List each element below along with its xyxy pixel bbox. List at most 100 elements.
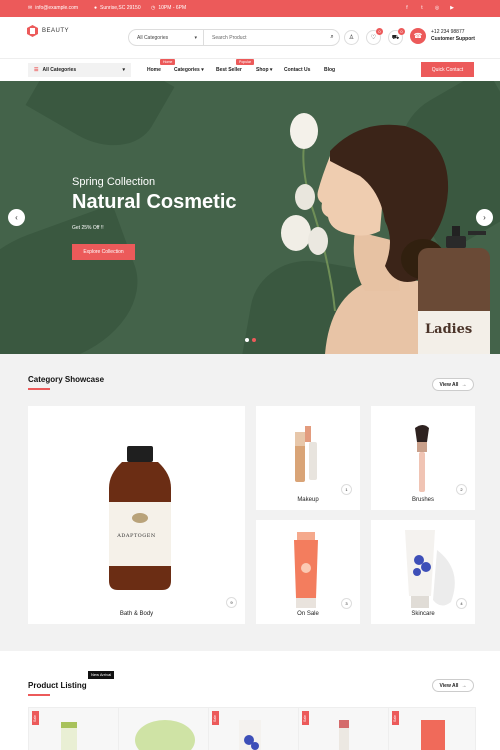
arrow-right-icon: → [461,682,467,689]
category-section-title: Category Showcase [28,375,105,384]
category-label: Brushes [411,497,434,503]
bath-body-bottle-image [109,446,171,590]
support-phone: +12 234 98877 [431,29,465,35]
search-category-select[interactable]: All Categories ▾ [129,30,204,45]
hero-prev-button[interactable]: ‹ [8,209,25,226]
wishlist-count-badge: 0 [376,28,383,35]
product-card[interactable]: Sale [388,707,476,750]
slider-dot-2[interactable] [252,338,256,342]
category-card-on-sale[interactable]: On Sale 3 [256,520,360,624]
logo-text: BEAUTY [42,28,70,34]
nav-item-shop-label: Shop [256,67,269,73]
slider-dot-1[interactable] [245,338,249,342]
clock-icon: ◷ [151,5,156,11]
logo[interactable]: BEAUTY [27,25,69,37]
youtube-icon[interactable]: ▶ [448,4,456,12]
search-bar: All Categories ▾ Search Product ⌕ [128,29,340,46]
instagram-icon[interactable]: ◎ [433,4,441,12]
category-count: 1 [341,484,352,495]
chevron-right-icon: › [483,213,486,222]
category-card-skincare[interactable]: Skincare 4 [371,520,475,624]
product-image [135,720,195,750]
product-card[interactable]: Sale [298,707,391,750]
topbar-email[interactable]: ✉ info@example.com [28,5,78,11]
title-underline [28,388,50,390]
wishlist-button[interactable]: ♡ 0 [366,28,383,45]
nav-item-best-seller[interactable]: Best Seller [216,67,242,73]
category-card-brushes[interactable]: Brushes 2 [371,406,475,510]
support-label: Customer Support [431,36,475,42]
hero-offer: Get 25% Off !! [72,225,104,231]
explore-collection-button[interactable]: Explore Collection [72,244,135,260]
bottle-brand-text: ADAPTOGEN [117,533,156,539]
location-pin-icon: ● [94,5,98,11]
cart-count-badge: 0 [398,28,405,35]
facebook-icon[interactable]: f [403,4,411,12]
view-all-label: View All [439,682,459,689]
category-label: Makeup [297,497,319,503]
chevron-down-icon: ▾ [194,34,197,41]
product-card[interactable]: Sale [28,707,121,750]
search-category-value: All Categories [137,34,169,41]
view-all-label: View All [439,381,459,388]
quick-contact-button[interactable]: Quick Contact [421,62,474,77]
search-input[interactable]: Search Product [204,35,325,41]
user-icon: ♙ [348,35,355,41]
all-categories-dropdown[interactable]: ☰ All Categories ▾ [28,63,131,77]
topbar-location: ● Sunrise,SC 29150 [94,5,141,11]
chevron-down-icon: ▾ [201,67,204,73]
title-underline [28,694,50,696]
heart-icon: ♡ [370,35,377,41]
headset-icon: ☎ [410,28,426,44]
mail-icon: ✉ [28,5,33,11]
category-count: 4 [456,598,467,609]
hero-next-button[interactable]: › [476,209,493,226]
product-section-title: Product Listing [28,681,87,690]
top-bar: ✉ info@example.com ● Sunrise,SC 29150 ◷ … [0,0,500,17]
hero-title: Natural Cosmetic [72,191,237,213]
topbar-location-text: Sunrise,SC 29150 [100,5,141,11]
bottle-label-text: Ladies [425,322,473,337]
nav-tag-home: Home [160,59,176,65]
nav-tag-popular: Popular [236,59,255,65]
nav-item-shop[interactable]: Shop ▾ [256,67,272,73]
product-card[interactable]: Sale [208,707,301,750]
nav-item-contact[interactable]: Contact Us [284,67,310,73]
customer-support[interactable]: ☎ +12 234 98877 Customer Support [410,28,475,44]
category-showcase-section: Category Showcase View All → ADAPTOGEN Ba… [0,354,500,651]
topbar-hours: ◷ 10PM - 6PM [151,5,186,11]
nav-item-home[interactable]: Home [147,67,161,73]
nav-item-blog[interactable]: Blog [324,67,335,73]
search-icon[interactable]: ⌕ [325,34,339,41]
account-button[interactable]: ♙ [344,30,359,45]
product-image [239,720,261,750]
product-view-all-button[interactable]: View All → [432,679,474,692]
category-view-all-button[interactable]: View All → [432,378,474,391]
product-image [61,722,77,750]
hero-banner: Ladies Spring Collection Natural Cosmeti… [0,81,500,354]
product-card[interactable] [118,707,211,750]
category-label: Bath & Body [119,611,154,617]
category-label: Skincare [411,611,435,617]
product-image [421,720,445,750]
logo-mark-icon [27,25,38,37]
chevron-left-icon: ‹ [15,213,18,222]
arrow-right-icon: → [461,381,467,388]
category-card-makeup[interactable]: Makeup 1 [256,406,360,510]
nav-item-categories[interactable]: Categories ▾ [174,67,204,73]
twitter-icon[interactable]: t [418,4,426,12]
menu-icon: ☰ [34,67,39,73]
category-count: 2 [456,484,467,495]
category-count: 9 [226,597,237,608]
product-image [339,720,349,750]
basket-icon: ⛟ [391,34,400,41]
hero-subtitle: Spring Collection [72,176,156,188]
chevron-down-icon: ▾ [269,67,273,73]
category-count: 3 [341,598,352,609]
cart-button[interactable]: ⛟ 0 [388,28,405,45]
category-card-bath-body[interactable]: ADAPTOGEN Bath & Body 9 [28,406,245,624]
hero-model-image [281,113,490,354]
new-arrival-tag: New Arrival [88,671,115,679]
category-label: On Sale [297,611,319,617]
all-categories-label: All Categories [42,67,77,73]
